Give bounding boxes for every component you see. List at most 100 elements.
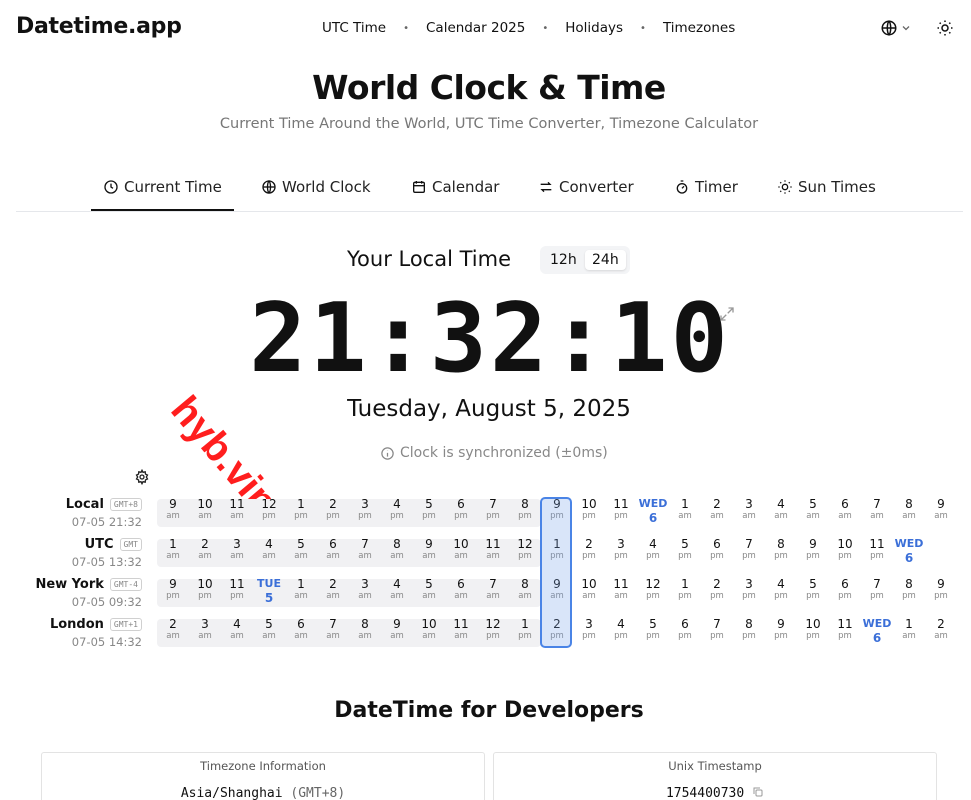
hour-cell[interactable]: 2 pm — [701, 577, 733, 601]
hour-cell[interactable]: 6 am — [285, 617, 317, 641]
hour-cell[interactable]: 11 pm — [829, 617, 861, 641]
hour-cell[interactable]: 8 am — [893, 497, 925, 521]
nav-link-utc-time[interactable]: UTC Time — [322, 20, 386, 36]
hour-cell[interactable]: 4 pm — [381, 497, 413, 521]
hour-cell[interactable]: 2 pm — [317, 497, 349, 521]
site-logo[interactable]: Datetime.app — [16, 14, 182, 39]
hour-cell[interactable]: 5 am — [797, 497, 829, 521]
language-selector-button[interactable] — [880, 19, 912, 37]
hour-cell[interactable]: 12 pm — [477, 617, 509, 641]
hour-cell[interactable]: 1 am — [893, 617, 925, 641]
hour-cell[interactable]: 11 pm — [605, 497, 637, 521]
hour-cell[interactable]: 10 pm — [829, 537, 861, 561]
hour-cell[interactable]: 4 am — [221, 617, 253, 641]
hour-cell[interactable]: 6 pm — [829, 577, 861, 601]
hour-cell[interactable]: 10 pm — [189, 577, 221, 601]
hour-cell[interactable]: 5 pm — [413, 497, 445, 521]
hour-cell[interactable]: 11 pm — [861, 537, 893, 561]
timezone-row[interactable]: UTC GMT 07-05 13:32 1 am 2 am 3 am 4 am 5 am 6 am 7 am 8 a… — [0, 533, 971, 571]
hour-cell[interactable]: 8 pm — [893, 577, 925, 601]
tab-current-time[interactable]: Current Time — [91, 178, 234, 211]
hour-cell[interactable]: 8 pm — [733, 617, 765, 641]
hour-cell[interactable]: 11 pm — [221, 577, 253, 601]
day-marker-cell[interactable]: WED 6 — [861, 617, 893, 645]
hour-cell[interactable]: 5 am — [253, 617, 285, 641]
hour-cell[interactable]: 8 am — [349, 617, 381, 641]
hour-cell[interactable]: 7 pm — [701, 617, 733, 641]
hour-cell[interactable]: 10 am — [445, 537, 477, 561]
hour-cell[interactable]: 6 am — [445, 577, 477, 601]
nav-link-calendar-2025[interactable]: Calendar 2025 — [426, 20, 525, 36]
timezone-row[interactable]: London GMT+1 07-05 14:32 2 am 3 am 4 am 5 am 6 am 7 am… — [0, 613, 971, 651]
hour-cell[interactable]: 7 am — [861, 497, 893, 521]
hour-cell[interactable]: 12 pm — [253, 497, 285, 521]
hour-cell[interactable]: 8 am — [381, 537, 413, 561]
hour-cell[interactable]: 5 pm — [637, 617, 669, 641]
hour-cell[interactable]: 10 am — [573, 577, 605, 601]
hour-cell[interactable]: 10 pm — [797, 617, 829, 641]
hour-cell[interactable]: 3 am — [221, 537, 253, 561]
timezone-settings-button[interactable] — [134, 468, 150, 489]
hour-cell[interactable]: 7 am — [349, 537, 381, 561]
timezone-row[interactable]: New York GMT-4 07-05 09:32 9 pm 10 pm 11 pm TUE 5 1… — [0, 573, 971, 611]
hour-cell[interactable]: 3 am — [733, 497, 765, 521]
hour-cell[interactable]: 5 pm — [669, 537, 701, 561]
hour-cell[interactable]: 4 pm — [637, 537, 669, 561]
hour-cell[interactable]: 6 pm — [669, 617, 701, 641]
hour-cell[interactable]: 2 am — [189, 537, 221, 561]
hour-cell[interactable]: 9 am — [413, 537, 445, 561]
hour-cell[interactable]: 11 am — [445, 617, 477, 641]
tab-converter[interactable]: Converter — [538, 178, 634, 196]
hour-cell[interactable]: 4 am — [765, 497, 797, 521]
hour-cell[interactable]: 6 am — [317, 537, 349, 561]
hour-cell[interactable]: 11 am — [477, 537, 509, 561]
hour-cell[interactable]: 2 am — [925, 617, 957, 641]
hour-cell[interactable]: 7 pm — [861, 577, 893, 601]
tab-timer[interactable]: Timer — [674, 178, 738, 196]
timezone-row[interactable]: Local GMT+8 07-05 21:32 9 am 10 am 11 am 12 pm 1 pm 2… — [0, 493, 971, 531]
hour-cell[interactable]: 2 pm — [573, 537, 605, 561]
hour-cell[interactable]: 4 pm — [765, 577, 797, 601]
hour-cell[interactable]: 1 am — [157, 537, 189, 561]
hour-cell[interactable]: 9 pm — [797, 537, 829, 561]
hour-cell[interactable]: 7 am — [317, 617, 349, 641]
hour-cell[interactable]: 5 pm — [797, 577, 829, 601]
hour-cell[interactable]: 8 am — [509, 577, 541, 601]
hour-cell[interactable]: 2 am — [701, 497, 733, 521]
nav-link-holidays[interactable]: Holidays — [565, 20, 623, 36]
hour-cell[interactable]: 8 pm — [765, 537, 797, 561]
hour-cell[interactable]: 3 am — [349, 577, 381, 601]
hour-cell[interactable]: 9 pm — [925, 577, 957, 601]
hour-cell[interactable]: 1 am — [285, 577, 317, 601]
format-24h-option[interactable]: 24h — [585, 250, 626, 270]
hour-cell[interactable]: 9 am — [381, 617, 413, 641]
hour-cell[interactable]: 2 am — [317, 577, 349, 601]
tab-calendar[interactable]: Calendar — [411, 178, 499, 196]
copy-icon[interactable] — [752, 786, 764, 798]
hour-cell[interactable]: 9 am — [925, 497, 957, 521]
hour-cell[interactable]: 1 pm — [509, 617, 541, 641]
nav-link-timezones[interactable]: Timezones — [663, 20, 735, 36]
hour-cell[interactable]: 5 am — [285, 537, 317, 561]
hour-cell[interactable]: 10 am — [189, 497, 221, 521]
hour-cell[interactable]: 8 pm — [509, 497, 541, 521]
hour-cell[interactable]: 5 am — [413, 577, 445, 601]
hour-cell[interactable]: 6 am — [829, 497, 861, 521]
hour-cell[interactable]: 6 pm — [445, 497, 477, 521]
tab-world-clock[interactable]: World Clock — [261, 178, 371, 196]
hour-cell[interactable]: 3 pm — [733, 577, 765, 601]
hour-cell[interactable]: 4 am — [253, 537, 285, 561]
hour-cell[interactable]: 9 pm — [157, 577, 189, 601]
hour-cell[interactable]: 2 am — [157, 617, 189, 641]
hour-cell[interactable]: 9 pm — [765, 617, 797, 641]
fullscreen-button[interactable] — [718, 305, 736, 327]
tab-sun-times[interactable]: Sun Times — [777, 178, 876, 196]
hour-cell[interactable]: 7 am — [477, 577, 509, 601]
theme-toggle-button[interactable] — [936, 19, 954, 41]
hour-cell[interactable]: 11 am — [221, 497, 253, 521]
hour-cell[interactable]: 1 pm — [669, 577, 701, 601]
hour-cell[interactable]: 6 pm — [701, 537, 733, 561]
hour-cell[interactable]: 3 pm — [349, 497, 381, 521]
day-marker-cell[interactable]: WED 6 — [637, 497, 669, 525]
format-12h-option[interactable]: 12h — [543, 250, 584, 270]
